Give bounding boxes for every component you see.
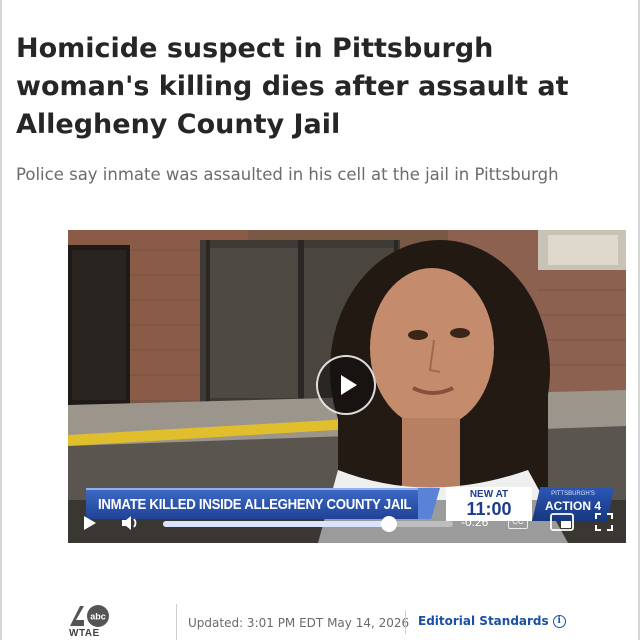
video-player[interactable]: INMATE KILLED INSIDE ALLEGHENY COUNTY JA… (68, 230, 626, 543)
play-icon[interactable] (84, 516, 96, 530)
play-icon (340, 375, 357, 395)
logo-text: WTAE (69, 628, 100, 639)
footer-divider (176, 604, 177, 640)
time-remaining: -0:26 (461, 515, 489, 529)
updated-timestamp: Updated: 3:01 PM EDT May 14, 2026 (188, 616, 410, 630)
info-icon: i (552, 614, 566, 628)
footer-separator (405, 610, 406, 634)
article-headline: Homicide suspect in Pittsburgh woman's k… (16, 33, 569, 140)
station-small-text: PITTSBURGH'S (551, 491, 595, 497)
big-play-button[interactable] (316, 355, 376, 415)
editorial-standards-label: Editorial Standards (418, 614, 549, 628)
progress-bar[interactable] (163, 516, 453, 532)
page-left-border (0, 0, 2, 640)
editorial-standards-link[interactable]: Editorial Standards i (418, 614, 566, 628)
picture-in-picture-icon[interactable] (550, 513, 574, 531)
closed-captions-icon[interactable]: CC (508, 514, 528, 529)
svg-text:abc: abc (90, 612, 106, 622)
article-subtitle: Police say inmate was assaulted in his c… (16, 165, 559, 184)
volume-icon[interactable] (120, 513, 142, 533)
fullscreen-icon[interactable] (595, 513, 613, 531)
video-controls: -0:26 CC (68, 506, 626, 543)
progress-handle[interactable] (381, 516, 398, 532)
station-logo[interactable]: abc WTAE (62, 602, 114, 640)
progress-fill (163, 521, 390, 527)
abc-logo: abc (70, 605, 109, 627)
